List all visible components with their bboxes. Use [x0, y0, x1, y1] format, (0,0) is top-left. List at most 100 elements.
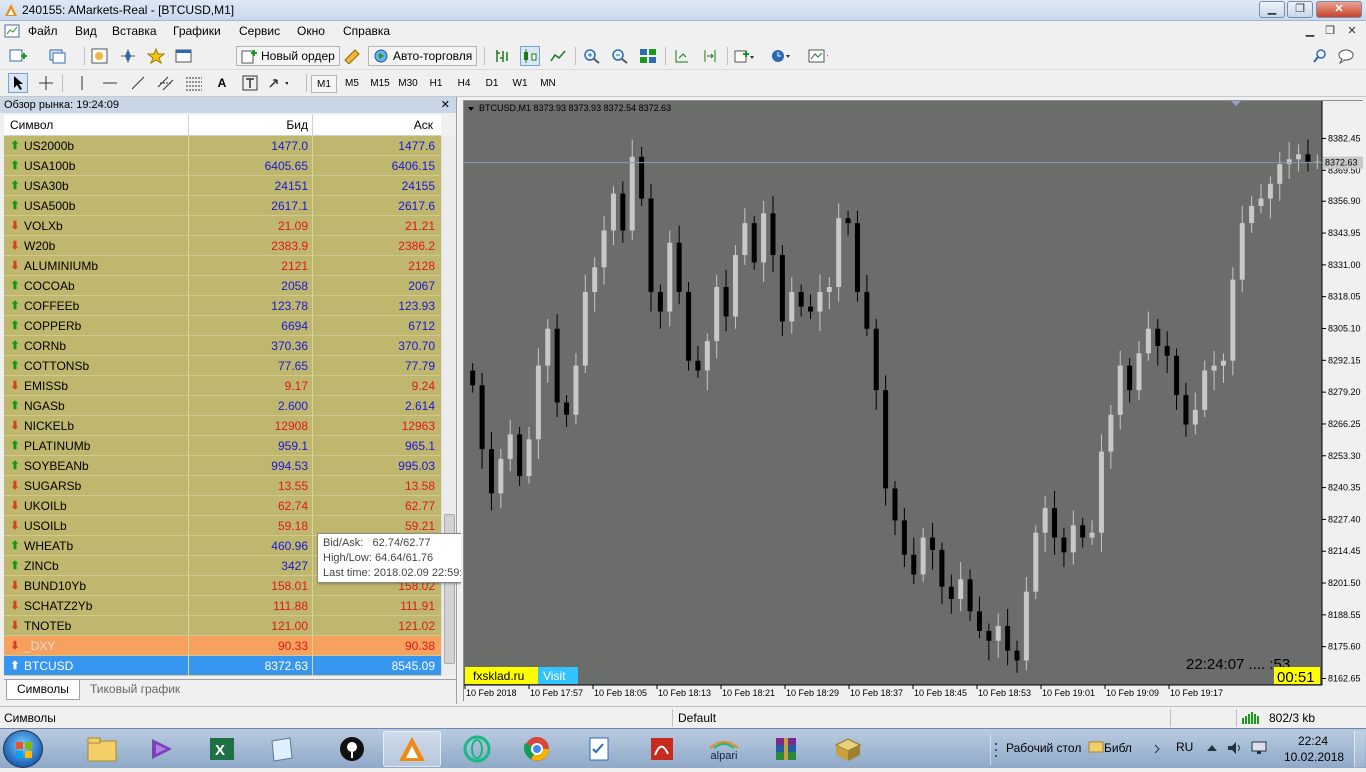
close-button[interactable]: ✕	[1316, 1, 1362, 18]
market-row-cottonsb[interactable]: ⬆ COTTONSb 77.65 77.79	[4, 356, 441, 376]
search-icon[interactable]	[1310, 46, 1330, 66]
taskbar-alpari[interactable]: alpari	[695, 731, 753, 767]
new-order-button[interactable]: Новый ордер	[236, 46, 340, 66]
taskbar-winrar[interactable]	[757, 731, 815, 767]
market-watch-scrollbar[interactable]	[441, 136, 456, 676]
taskbar-chrome[interactable]	[508, 731, 566, 767]
price-chart[interactable]: 8382.45 8369.50 8356.90 8343.95 8331.00 8318.…	[463, 100, 1364, 702]
taskbar-visual-studio[interactable]	[133, 731, 191, 767]
column-bid[interactable]: Бид	[286, 118, 308, 132]
indicators-icon[interactable]	[734, 46, 754, 66]
market-row-soybeanb[interactable]: ⬆ SOYBEANb 994.53 995.03	[4, 456, 441, 476]
taskbar-explorer[interactable]	[73, 731, 131, 767]
taskbar-app-pin[interactable]	[323, 731, 381, 767]
vertical-line-icon[interactable]	[72, 73, 92, 93]
taskbar-tasks[interactable]	[570, 731, 628, 767]
market-row-aluminiumb[interactable]: ⬇ ALUMINIUMb 2121 2128	[4, 256, 441, 276]
timeframe-w1[interactable]: W1	[507, 75, 533, 93]
chart-window-icon[interactable]	[4, 24, 20, 38]
market-row-dxy[interactable]: ⬇ _DXY 90.33 90.38	[4, 636, 441, 656]
market-row-usa500b[interactable]: ⬆ USA500b 2617.1 2617.6	[4, 196, 441, 216]
show-desktop-button[interactable]	[1354, 731, 1365, 767]
auto-trading-button[interactable]: Авто-торговля	[368, 46, 478, 66]
tab-symbols[interactable]: Символы	[6, 680, 80, 700]
market-row-ngasb[interactable]: ⬆ NGASb 2.600 2.614	[4, 396, 441, 416]
timeframe-m15[interactable]: M15	[367, 75, 393, 93]
fibonacci-icon[interactable]	[184, 73, 204, 93]
market-watch-icon[interactable]	[90, 46, 110, 66]
market-row-schatz2yb[interactable]: ⬇ SCHATZ2Yb 111.88 111.91	[4, 596, 441, 616]
market-row-usa100b[interactable]: ⬆ USA100b 6405.65 6406.15	[4, 156, 441, 176]
mdi-restore-button[interactable]: ❐	[1322, 24, 1338, 38]
mdi-close-button[interactable]: ✕	[1344, 24, 1360, 38]
favorites-icon[interactable]	[146, 46, 166, 66]
horizontal-line-icon[interactable]	[100, 73, 120, 93]
clock-time[interactable]: 22:24	[1298, 734, 1328, 748]
terminal-icon[interactable]	[174, 46, 194, 66]
market-row-volxb[interactable]: ⬇ VOLXb 21.09 21.21	[4, 216, 441, 236]
menu-help[interactable]: Справка	[343, 24, 390, 38]
market-row-nickelb[interactable]: ⬇ NICKELb 12908 12963	[4, 416, 441, 436]
market-watch-close-button[interactable]: ✕	[441, 98, 450, 112]
zoom-in-icon[interactable]	[582, 46, 602, 66]
menu-file[interactable]: Файл	[28, 24, 58, 38]
zoom-out-icon[interactable]	[610, 46, 630, 66]
tab-tick-chart[interactable]: Тиковый график	[80, 680, 190, 700]
market-row-cornb[interactable]: ⬆ CORNb 370.36 370.70	[4, 336, 441, 356]
language-indicator[interactable]: RU	[1176, 740, 1193, 754]
tray-library-label[interactable]: Библ	[1104, 741, 1132, 755]
text-tool-icon[interactable]: A	[212, 73, 232, 93]
market-row-btcusd[interactable]: ⬆ BTCUSD 8372.63 8545.09	[4, 656, 441, 676]
column-ask[interactable]: Аск	[414, 118, 433, 132]
market-row-us2000b[interactable]: ⬆ US2000b 1477.0 1477.6	[4, 136, 441, 156]
start-button[interactable]	[3, 730, 43, 768]
arrows-icon[interactable]	[268, 73, 288, 93]
navigator-icon[interactable]	[118, 46, 138, 66]
clock-date[interactable]: 10.02.2018	[1284, 750, 1344, 764]
timeframe-d1[interactable]: D1	[479, 75, 505, 93]
templates-icon[interactable]	[808, 46, 828, 66]
timeframe-m5[interactable]: M5	[339, 75, 365, 93]
line-chart-icon[interactable]	[548, 46, 568, 66]
taskbar-excel[interactable]: X	[193, 731, 251, 767]
candlestick-icon[interactable]	[520, 46, 540, 66]
tray-expand-icon[interactable]	[1152, 741, 1164, 757]
taskbar-opera[interactable]	[448, 731, 506, 767]
cursor-icon[interactable]	[8, 73, 28, 93]
column-symbol[interactable]: Символ	[10, 118, 53, 132]
taskbar-notepad[interactable]	[253, 731, 311, 767]
text-label-icon[interactable]	[240, 73, 260, 93]
chart-shift-icon[interactable]	[700, 46, 720, 66]
market-row-emissb[interactable]: ⬇ EMISSb 9.17 9.24	[4, 376, 441, 396]
chat-icon[interactable]	[1336, 46, 1356, 66]
market-row-w20b[interactable]: ⬇ W20b 2383.9 2386.2	[4, 236, 441, 256]
mdi-minimize-button[interactable]: ▁	[1302, 24, 1318, 38]
market-row-coffeeb[interactable]: ⬆ COFFEEb 123.78 123.93	[4, 296, 441, 316]
market-row-ukoilb[interactable]: ⬇ UKOILb 62.74 62.77	[4, 496, 441, 516]
timeframe-h1[interactable]: H1	[423, 75, 449, 93]
crosshair-icon[interactable]	[36, 73, 56, 93]
timeframe-mn[interactable]: MN	[535, 75, 561, 93]
menu-insert[interactable]: Вставка	[112, 24, 157, 38]
market-row-tnoteb[interactable]: ⬇ TNOTEb 121.00 121.02	[4, 616, 441, 636]
maximize-button[interactable]: ❐	[1287, 1, 1313, 18]
periods-icon[interactable]	[770, 46, 790, 66]
menu-tools[interactable]: Сервис	[239, 24, 280, 38]
market-row-copperb[interactable]: ⬆ COPPERb 6694 6712	[4, 316, 441, 336]
market-row-sugarsb[interactable]: ⬇ SUGARSb 13.55 13.58	[4, 476, 441, 496]
timeframe-h4[interactable]: H4	[451, 75, 477, 93]
auto-scroll-icon[interactable]	[672, 46, 692, 66]
equidistant-channel-icon[interactable]	[156, 73, 176, 93]
new-chart-icon[interactable]	[8, 46, 28, 66]
bar-chart-icon[interactable]	[492, 46, 512, 66]
taskbar-library[interactable]	[819, 731, 877, 767]
taskbar-pdf[interactable]	[633, 731, 691, 767]
minimize-button[interactable]: ▁	[1259, 1, 1285, 18]
show-hidden-icons-icon[interactable]	[1206, 743, 1218, 753]
market-row-platinumb[interactable]: ⬆ PLATINUMb 959.1 965.1	[4, 436, 441, 456]
timeframe-m30[interactable]: M30	[395, 75, 421, 93]
menu-view[interactable]: Вид	[75, 24, 97, 38]
profiles-icon[interactable]	[48, 46, 68, 66]
menu-window[interactable]: Окно	[297, 24, 325, 38]
metaeditor-icon[interactable]	[342, 46, 362, 66]
